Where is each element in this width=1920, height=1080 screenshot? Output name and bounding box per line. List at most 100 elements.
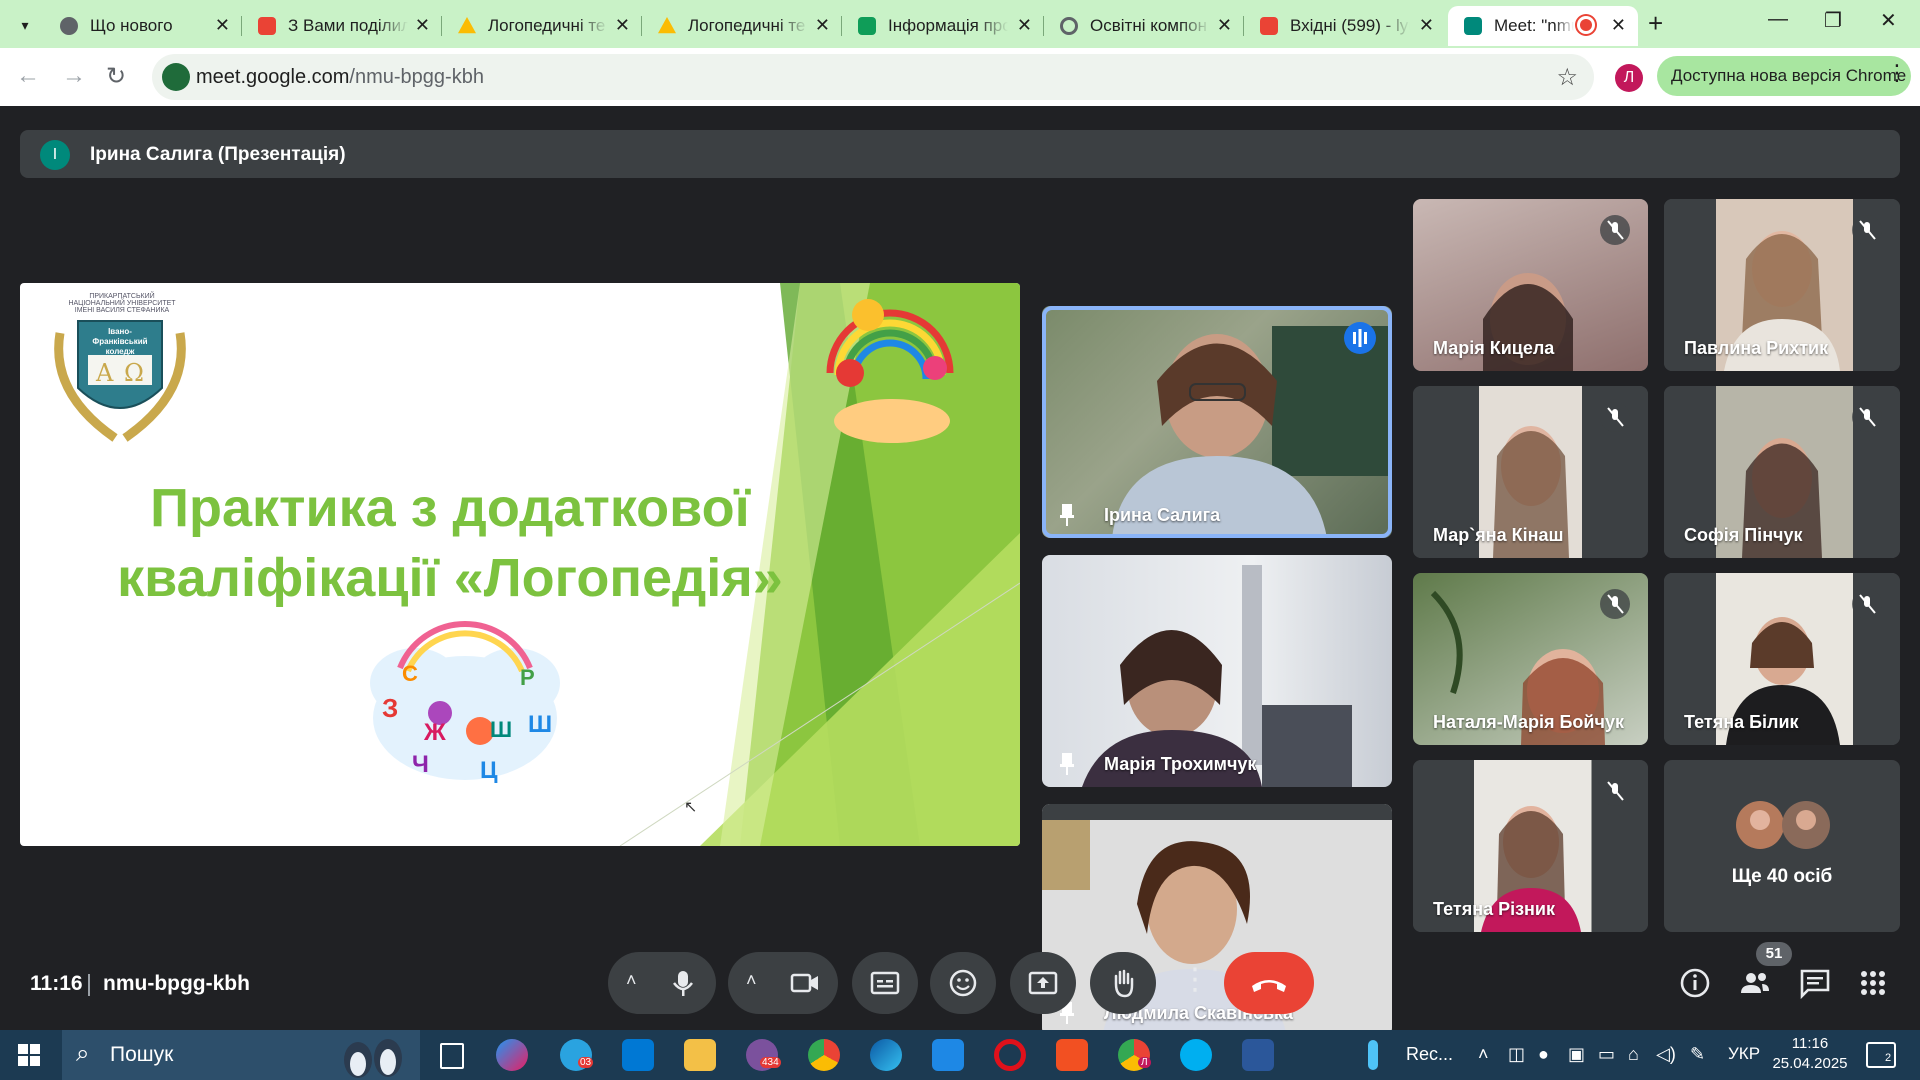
restore-button[interactable]: ❐	[1824, 8, 1842, 33]
pin-icon[interactable]	[1060, 753, 1074, 775]
chevron-up-icon[interactable]: ˄	[626, 970, 637, 991]
minimize-button[interactable]: —	[1768, 8, 1788, 31]
chevron-up-icon[interactable]: ˄	[746, 970, 757, 991]
tab-2[interactable]: Логопедичні те ✕	[442, 6, 642, 46]
address-bar[interactable]: meet.google.com/nmu-bpgg-kbh ☆	[152, 54, 1594, 100]
participant-name: Софія Пінчук	[1684, 525, 1803, 545]
close-icon[interactable]: ✕	[1217, 15, 1232, 36]
new-tab-button[interactable]: +	[1648, 8, 1663, 39]
close-icon[interactable]: ✕	[215, 15, 230, 36]
participant-tile-liudmyla[interactable]: Людмила Скавінська	[1042, 804, 1392, 1036]
back-button[interactable]: ←	[16, 62, 40, 90]
reload-button[interactable]: ↻	[106, 62, 126, 91]
site-info-icon[interactable]	[162, 63, 190, 91]
forward-button[interactable]: →	[62, 62, 86, 90]
telegram-icon[interactable]: 03	[560, 1039, 594, 1071]
close-icon[interactable]: ✕	[1419, 15, 1434, 36]
tab-4[interactable]: Інформація про ✕	[842, 6, 1044, 46]
reactions-button[interactable]	[930, 952, 996, 1014]
participant-name: Наталя-Марія Бойчук	[1433, 712, 1624, 732]
more-options-button[interactable]: ⋮	[1180, 962, 1210, 997]
participant-tile-sofiia[interactable]: Софія Пінчук	[1664, 386, 1900, 558]
close-icon[interactable]: ✕	[615, 15, 630, 36]
meeting-info-icon[interactable]	[1678, 966, 1712, 1000]
camera-icon[interactable]	[790, 968, 820, 998]
presentation-header: I Ірина Салига (Презентація)	[20, 130, 1900, 178]
participant-tile-mariia-t[interactable]: Марія Трохимчук	[1042, 555, 1392, 787]
close-icon[interactable]: ✕	[415, 15, 430, 36]
tab-title: Що нового	[90, 16, 173, 35]
participant-tile-mariana[interactable]: Мар`яна Кінаш	[1413, 386, 1648, 558]
chat-icon[interactable]	[1798, 966, 1832, 1000]
pen-icon[interactable]: ✎	[1690, 1044, 1705, 1065]
volume-icon[interactable]: ◁)	[1656, 1044, 1676, 1065]
microphone-icon[interactable]	[668, 968, 698, 998]
activities-grid-icon[interactable]	[1856, 966, 1890, 1000]
notifications-button[interactable]: 2	[1866, 1042, 1896, 1068]
close-icon[interactable]: ✕	[815, 15, 830, 36]
microsoft-store-icon[interactable]	[1056, 1039, 1088, 1071]
outlook-icon[interactable]	[622, 1039, 654, 1071]
chrome-update-button[interactable]: Доступна нова версія Chrome	[1657, 56, 1911, 96]
participant-tile-tetiana-b[interactable]: Тетяна Білик	[1664, 573, 1900, 745]
tab-search-button[interactable]: ▾	[10, 10, 40, 40]
system-clock[interactable]: 11:16 25.04.2025	[1760, 1034, 1860, 1074]
camera-control[interactable]: ˄	[728, 952, 838, 1014]
bookmark-star-icon[interactable]: ☆	[1556, 63, 1578, 92]
mic-tray-icon[interactable]: ●	[1538, 1044, 1549, 1065]
viber-icon[interactable]: 434	[746, 1039, 781, 1071]
participant-tile-pavlyna[interactable]: Павлина Рихтик	[1664, 199, 1900, 371]
close-icon[interactable]: ✕	[1611, 15, 1626, 36]
crest-shield-icon: A Ω	[54, 320, 186, 442]
tab-6[interactable]: Вхідні (599) - lyu ✕	[1244, 6, 1446, 46]
participant-tile-mariia-k[interactable]: Марія Кицела	[1413, 199, 1648, 371]
people-icon[interactable]	[1738, 966, 1772, 1000]
language-indicator[interactable]: УКР	[1728, 1044, 1760, 1064]
pin-icon[interactable]	[1060, 504, 1074, 526]
edge-icon[interactable]	[870, 1039, 902, 1071]
participant-tile-natalia[interactable]: Наталя-Марія Бойчук	[1413, 573, 1648, 745]
close-icon[interactable]: ✕	[1017, 15, 1032, 36]
opera-icon[interactable]	[994, 1039, 1026, 1071]
chevron-up-icon[interactable]: ˄	[1478, 1044, 1489, 1065]
taskbar-search[interactable]: ⌕ Пошук	[62, 1030, 420, 1080]
profile-avatar[interactable]: Л	[1615, 64, 1643, 92]
tab-0[interactable]: Що нового ✕	[44, 6, 242, 46]
reload-icon: ↻	[106, 63, 127, 90]
tab-1[interactable]: З Вами поділил ✕	[242, 6, 442, 46]
network-icon[interactable]: ⌂	[1628, 1044, 1639, 1065]
chrome-taskbar-icon[interactable]	[808, 1039, 840, 1071]
file-explorer-icon[interactable]	[684, 1039, 716, 1071]
recorder-label[interactable]: Rec...	[1406, 1044, 1453, 1065]
skype-icon[interactable]	[1180, 1039, 1212, 1071]
tab-5[interactable]: Освітні компон ✕	[1044, 6, 1244, 46]
recorder-icon[interactable]	[1368, 1040, 1378, 1070]
close-window-button[interactable]: ✕	[1880, 8, 1897, 33]
windows-start-icon[interactable]	[18, 1044, 40, 1066]
tab-3[interactable]: Логопедичні те ✕	[642, 6, 842, 46]
chrome-profile-icon[interactable]: Л	[1118, 1039, 1151, 1071]
raise-hand-button[interactable]	[1090, 952, 1156, 1014]
slide-letter: З	[382, 693, 399, 723]
close-icon: ✕	[1880, 10, 1897, 32]
display-tray-icon[interactable]: ▣	[1568, 1044, 1585, 1065]
microphone-control[interactable]: ˄	[608, 952, 716, 1014]
participant-tile-irina[interactable]: Ірина Салига	[1042, 306, 1392, 538]
tab-7-active[interactable]: Meet: "nmu- ✕	[1448, 6, 1638, 46]
present-button[interactable]	[1010, 952, 1076, 1014]
leave-call-button[interactable]	[1224, 952, 1314, 1014]
battery-icon[interactable]: ▭	[1598, 1044, 1615, 1065]
copilot-icon[interactable]	[496, 1039, 528, 1071]
store-app-icon[interactable]	[932, 1039, 964, 1071]
camera-tray-icon[interactable]: ◫	[1508, 1044, 1525, 1065]
more-participants-tile[interactable]: Ще 40 осіб	[1664, 760, 1900, 932]
emoji-icon	[949, 969, 977, 997]
captions-button[interactable]	[852, 952, 918, 1014]
word-icon[interactable]	[1242, 1039, 1274, 1071]
college-crest: ПРИКАРПАТСЬКИЙ НАЦІОНАЛЬНИЙ УНІВЕРСИТЕТ …	[40, 293, 200, 443]
menu-kebab-icon[interactable]: ⋮	[1886, 60, 1908, 86]
hand-icon	[1114, 969, 1134, 998]
participant-tile-tetiana-r[interactable]: Тетяна Різник	[1413, 760, 1648, 932]
task-view-icon[interactable]	[440, 1043, 464, 1069]
gmail-icon	[258, 17, 276, 35]
